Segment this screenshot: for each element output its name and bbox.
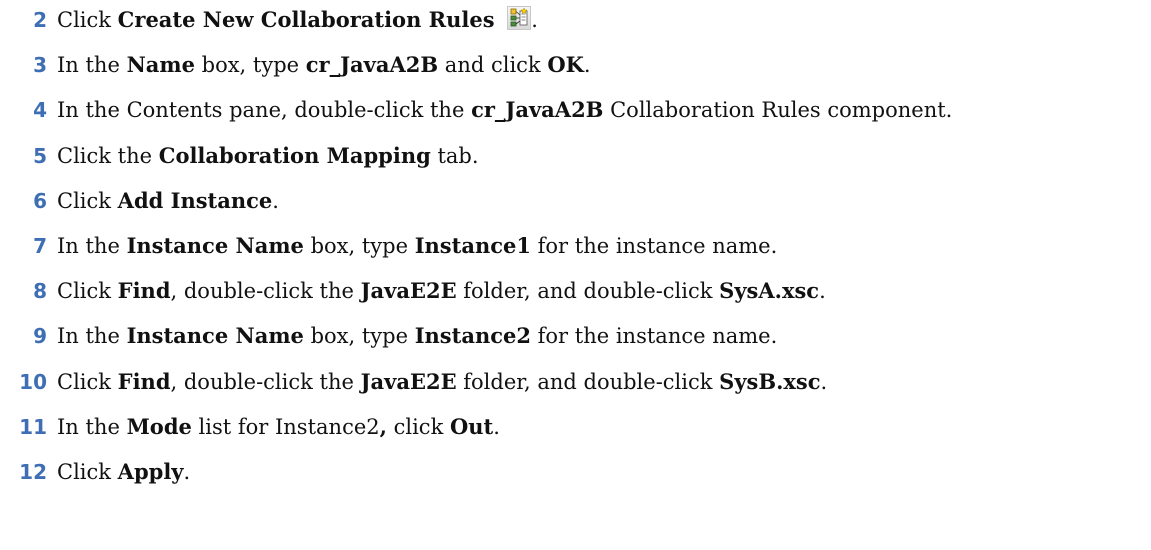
ui-term: Add Instance	[117, 187, 273, 213]
step-text-run: .	[820, 369, 828, 394]
step-text: Click Add Instance.	[57, 187, 279, 213]
step-number: 4	[33, 98, 47, 123]
step-11: 11 In the Mode list for Instance2, click …	[0, 409, 500, 445]
ui-term: SysA.xsc	[719, 278, 820, 304]
ui-term: Apply	[117, 459, 184, 484]
step-text-run: box, type	[303, 234, 415, 258]
step-text-run: .	[183, 460, 191, 484]
step-text-run: folder, and double-click	[456, 369, 720, 394]
step-number: 7	[33, 234, 47, 258]
step-text-run: Click	[57, 8, 118, 32]
step-text: In the Instance Name box, type Instance1…	[57, 233, 778, 258]
step-text-run: and click	[438, 53, 548, 78]
step-text-run: In the	[57, 414, 127, 439]
step-number: 8	[33, 279, 47, 304]
step-text-run: .	[493, 414, 500, 439]
step-text-run	[495, 8, 502, 32]
step-number: 6	[33, 188, 47, 213]
step-number: 11	[19, 414, 47, 439]
step-5: 5 Click the Collaboration Mapping tab.	[0, 138, 479, 174]
step-7: 7 In the Instance Name box, type Instance…	[0, 228, 777, 264]
step-text-run: Click	[57, 279, 118, 304]
step-text-run: Click	[57, 188, 118, 213]
step-text-run: Click the	[57, 143, 159, 168]
ui-term: cr_JavaA2B	[471, 97, 604, 123]
step-text-run: In the	[57, 53, 127, 78]
step-text-run: for the instance name.	[530, 234, 778, 258]
ui-term: JavaE2E	[360, 278, 457, 304]
step-text: Click Create New Collaboration Rules .	[57, 6, 538, 32]
ui-term: Find	[117, 368, 171, 394]
step-text-run: .	[531, 8, 538, 32]
ui-term: Mode	[126, 413, 192, 439]
step-text: Click Find, double-click the JavaE2E fol…	[57, 278, 826, 304]
ui-term: Name	[126, 52, 195, 78]
ui-term: Instance1	[414, 233, 531, 258]
step-number: 12	[19, 460, 47, 484]
step-text-run: click	[386, 414, 450, 439]
step-6: 6 Click Add Instance.	[0, 183, 279, 219]
ui-term: JavaE2E	[360, 368, 457, 394]
step-9: 9 In the Instance Name box, type Instance…	[0, 318, 777, 354]
step-text: In the Contents pane, double-click the c…	[57, 97, 953, 123]
ui-term: cr_JavaA2B	[305, 52, 439, 78]
ui-term: OK	[547, 52, 584, 78]
step-text-run: Click	[57, 460, 118, 484]
step-text: In the Mode list for Instance2, click Ou…	[57, 413, 500, 439]
step-text-run: In the	[57, 324, 127, 349]
ui-term: Collaboration Mapping	[158, 142, 431, 168]
step-text-run: for the instance name.	[530, 324, 778, 349]
step-2: 2 Click Create New Collaboration Rules .	[0, 2, 538, 38]
ui-term: Instance2	[414, 323, 531, 349]
step-text: Click Apply.	[57, 459, 191, 484]
step-8: 8 Click Find, double-click the JavaE2E fo…	[0, 273, 826, 309]
step-text-run: .	[583, 53, 591, 78]
step-number: 10	[19, 369, 47, 394]
step-text-run: folder, and double-click	[456, 279, 720, 304]
ui-term: ,	[379, 413, 387, 439]
step-3: 3 In the Name box, type cr_JavaA2B and cl…	[0, 47, 591, 83]
step-number: 2	[33, 8, 47, 32]
step-text-run: list for Instance2	[191, 414, 380, 439]
ui-term: Out	[449, 413, 494, 439]
step-text: Click the Collaboration Mapping tab.	[57, 142, 479, 168]
step-text-run: tab.	[430, 143, 479, 168]
step-10: 10 Click Find, double-click the JavaE2E f…	[0, 364, 827, 400]
step-number: 3	[33, 53, 47, 78]
step-number: 9	[33, 324, 47, 349]
ui-term: SysB.xsc	[719, 368, 821, 394]
step-4: 4 In the Contents pane, double-click the …	[0, 92, 952, 128]
step-text-run: In the Contents pane, double-click the	[57, 98, 472, 123]
step-text-run: , double-click the	[170, 369, 361, 394]
step-text-run: , double-click the	[170, 279, 361, 304]
ui-term: Find	[117, 278, 171, 304]
step-12: 12 Click Apply.	[0, 454, 190, 490]
step-text-run: .	[819, 279, 826, 304]
step-number: 5	[33, 143, 47, 168]
ui-term: Create New Collaboration Rules	[117, 7, 495, 32]
create-collaboration-rules-icon	[507, 6, 532, 30]
step-text-run: Collaboration Rules component.	[603, 98, 953, 123]
step-text-run: Click	[57, 369, 118, 394]
ui-term: Instance Name	[126, 323, 304, 349]
step-text-run: box, type	[303, 324, 415, 349]
step-text: In the Instance Name box, type Instance2…	[57, 323, 778, 349]
step-text: Click Find, double-click the JavaE2E fol…	[57, 368, 828, 394]
ui-term: Instance Name	[126, 233, 304, 258]
step-text-run: In the	[57, 234, 127, 258]
step-text: In the Name box, type cr_JavaA2B and cli…	[57, 52, 591, 78]
step-text-run: box, type	[194, 53, 306, 78]
step-text-run: .	[272, 188, 279, 213]
